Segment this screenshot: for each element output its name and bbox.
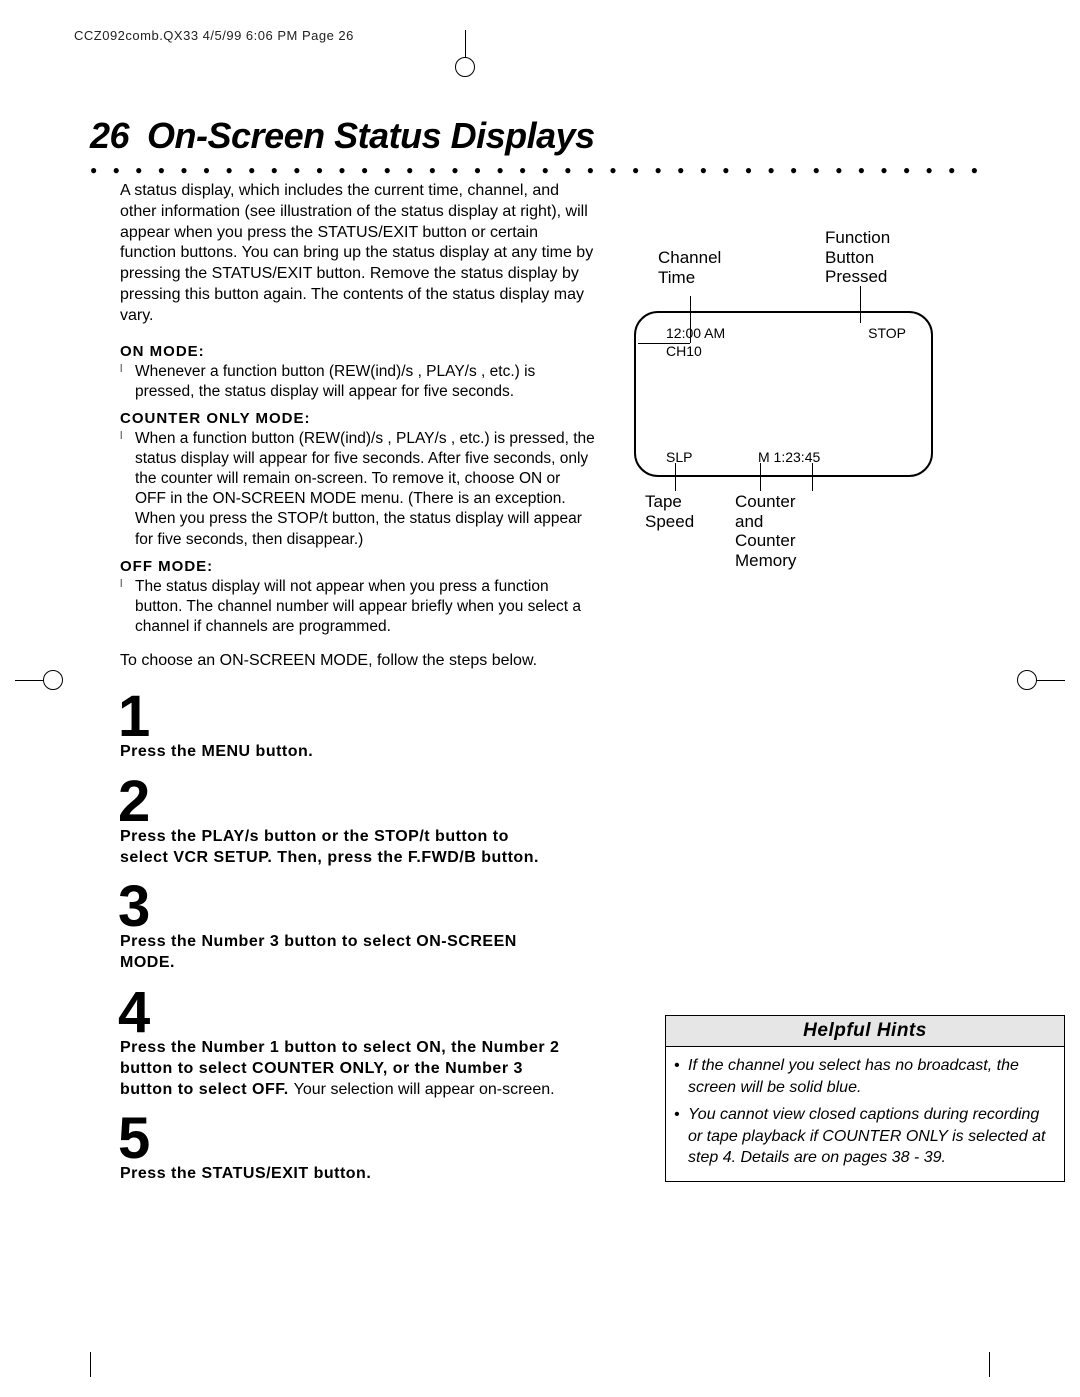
label-channel-time: Channel Time	[658, 248, 721, 287]
label-tape-speed: Tape Speed	[645, 492, 694, 531]
dotted-rule: ● ● ● ● ● ● ● ● ● ● ● ● ● ● ● ● ● ● ● ● …	[90, 163, 990, 177]
hint-item: You cannot view closed captions during r…	[688, 1104, 1050, 1169]
page-title: 26 On-Screen Status Displays	[90, 115, 990, 157]
counter-mode-heading: COUNTER ONLY MODE:	[120, 410, 595, 427]
helpful-hints-box: Helpful Hints If the channel you select …	[665, 1015, 1065, 1182]
step-3-text: Press the Number 3 button to select ON-S…	[120, 933, 517, 971]
step-3-number: 3	[118, 878, 595, 936]
crop-mark-bottom-right	[989, 1352, 990, 1377]
crop-mark-right	[1017, 670, 1065, 690]
title-text: On-Screen Status Displays	[147, 115, 595, 156]
page-number: 26	[90, 115, 129, 156]
off-mode-heading: OFF MODE:	[120, 558, 595, 575]
screen-channel: CH10	[666, 343, 702, 359]
helpful-hints-heading: Helpful Hints	[666, 1016, 1064, 1047]
crop-mark-bottom-left	[90, 1352, 91, 1377]
screen-stop: STOP	[868, 325, 906, 341]
off-mode-body: The status display will not appear when …	[135, 577, 595, 637]
follow-steps-text: To choose an ON-SCREEN MODE, follow the …	[120, 651, 595, 672]
status-display-diagram: Channel Time Function Button Pressed Tap…	[620, 248, 970, 628]
step-1-number: 1	[118, 688, 595, 746]
step-5-number: 5	[118, 1110, 595, 1168]
print-meta-header: CCZ092comb.QX33 4/5/99 6:06 PM Page 26	[74, 28, 354, 43]
label-counter-memory: Counter and Counter Memory	[735, 492, 796, 570]
step-1-text: Press the MENU button.	[120, 743, 313, 760]
screen-tape-speed: SLP	[666, 449, 692, 465]
step-2-text: Press the PLAY/s button or the STOP/t bu…	[120, 828, 539, 866]
hint-item: If the channel you select has no broadca…	[688, 1055, 1050, 1098]
label-function-button: Function Button Pressed	[825, 228, 890, 287]
step-5-text: Press the STATUS/EXIT button.	[120, 1165, 371, 1182]
tv-screen-outline: 12:00 AM STOP CH10 SLP M 1:23:45	[634, 311, 933, 477]
crop-mark-left	[15, 670, 63, 690]
screen-time: 12:00 AM	[666, 325, 725, 341]
screen-counter: M 1:23:45	[758, 449, 820, 465]
on-mode-heading: ON MODE:	[120, 343, 595, 360]
counter-mode-body: When a function button (REW(ind)/s , PLA…	[135, 429, 595, 550]
intro-paragraph: A status display, which includes the cur…	[120, 181, 595, 327]
step-4-text: Press the Number 1 button to select ON, …	[120, 1038, 560, 1100]
crop-mark-top	[455, 30, 475, 77]
step-2-number: 2	[118, 773, 595, 831]
on-mode-body: Whenever a function button (REW(ind)/s ,…	[135, 362, 595, 402]
step-4-number: 4	[118, 984, 595, 1042]
